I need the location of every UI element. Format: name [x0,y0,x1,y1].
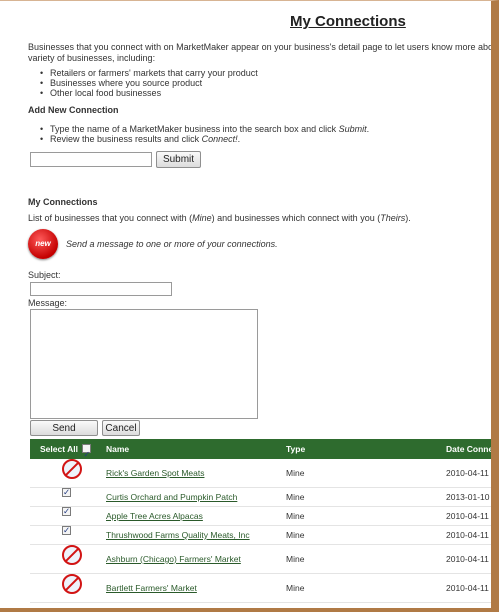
subject-label: Subject: [28,270,61,280]
message-prompt: Send a message to one or more of your co… [66,239,278,249]
date-connected: 2010-04-11 1 [446,530,496,540]
my-connections-heading: My Connections [28,197,98,207]
desc-theirs: Theirs [380,213,406,223]
step-text: . [366,124,370,134]
intro-line-2: variety of businesses, including: [28,53,156,63]
no-email-icon [62,545,82,565]
list-item: Type the name of a MarketMaker business … [30,124,369,134]
connection-type: Mine [286,492,305,502]
business-name-link[interactable]: Bartlett Farmers' Market [106,574,197,602]
row-checkbox[interactable]: ✓ [62,526,71,535]
table-row: Rick's Garden Spot Meats Mine 2010-04-11 1 [30,459,491,488]
column-header: Select All [40,444,78,454]
connection-type: Mine [286,530,305,540]
table-row: Ashburn (Chicago) Farmers' Market Mine 201… [30,545,491,574]
cancel-button[interactable]: Cancel [102,420,140,436]
connection-type: Mine [286,583,305,593]
business-search-input[interactable] [30,152,152,167]
connection-type: Mine [286,554,305,564]
no-email-icon [62,459,82,479]
table-row: ✓ Thrushwood Farms Quality Meats, Inc Mine… [30,526,491,545]
desc-mine: Mine [192,213,212,223]
message-textarea[interactable] [30,309,258,419]
step-emphasis: Submit [338,124,367,134]
column-header-date[interactable]: Date Connec [446,439,491,459]
select-all-checkbox[interactable]: ✓ [82,444,92,459]
list-item: Review the business results and click Co… [30,134,369,144]
list-item: Businesses where you source product [30,78,258,88]
business-name-link[interactable]: Ashburn (Chicago) Farmers' Market [106,545,241,573]
row-checkbox[interactable]: ✓ [62,488,71,497]
row-checkbox[interactable]: ✓ [62,507,71,516]
business-name-link[interactable]: Apple Tree Acres Alpacas [106,507,203,525]
step-text: Type the name of a MarketMaker business … [50,124,339,134]
table-body: Rick's Garden Spot Meats Mine 2010-04-11 1… [30,459,491,603]
page-title: My Connections [290,13,406,30]
business-type-list: Retailers or farmers' markets that carry… [30,68,258,98]
add-connection-heading: Add New Connection [28,105,119,115]
date-connected: 2013-01-10 1 [446,492,497,502]
table-row: ✓ Apple Tree Acres Alpacas Mine 2010-04-11 … [30,507,491,526]
add-connection-steps: Type the name of a MarketMaker business … [30,124,369,144]
page-frame: My Connections Businesses that you conne… [0,0,499,612]
send-message-button[interactable]: Send Message [30,420,98,449]
table-header: Select All ✓ Name Type Date Connec [30,439,491,459]
date-connected: 2010-04-11 1 [446,511,496,521]
connection-type: Mine [286,468,305,478]
column-header-type[interactable]: Type [286,439,305,459]
business-name-link[interactable]: Curtis Orchard and Pumpkin Patch [106,488,237,506]
column-header-name[interactable]: Name [106,439,129,459]
date-connected: 2010-04-11 1 [446,583,496,593]
intro-line-1: Businesses that you connect with on Mark… [28,42,499,52]
step-emphasis: Connect! [201,134,238,144]
table-row: Bartlett Farmers' Market Mine 2010-04-11 1 [30,574,491,603]
row-select-cell [50,545,82,573]
no-email-icon [62,574,82,594]
message-label: Message: [28,298,68,308]
list-item: Other local food businesses [30,88,258,98]
table-row: ✓ Curtis Orchard and Pumpkin Patch Mine 201… [30,488,491,507]
subject-input[interactable] [30,282,172,296]
step-text: Review the business results and click [50,134,202,144]
row-select-cell [50,459,82,487]
row-select-cell: ✓ [50,488,74,506]
business-name-link[interactable]: Rick's Garden Spot Meats [106,459,204,487]
step-text: . [237,134,241,144]
connection-type: Mine [286,511,305,521]
select-all-header: Select All ✓ [40,439,92,459]
desc-text: ). [405,213,411,223]
list-item: Retailers or farmers' markets that carry… [30,68,258,78]
desc-text: List of businesses that you connect with… [28,213,193,223]
business-name-link[interactable]: Thrushwood Farms Quality Meats, Inc [106,526,250,544]
row-select-cell [50,574,82,602]
intro-text: Businesses that you connect with on Mark… [28,42,499,64]
connections-table: Select All ✓ Name Type Date Connec Rick'… [30,439,491,603]
desc-text: ) and businesses which connect with you … [211,213,381,223]
date-connected: 2010-04-11 1 [446,468,496,478]
new-badge-icon: new [28,229,58,259]
row-select-cell: ✓ [50,526,74,544]
connections-description: List of businesses that you connect with… [28,213,411,223]
date-connected: 2010-04-11 1 [446,554,496,564]
submit-button[interactable]: Submit [156,151,201,168]
row-select-cell: ✓ [50,507,74,525]
